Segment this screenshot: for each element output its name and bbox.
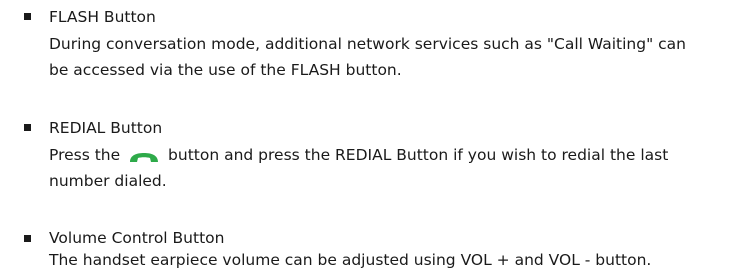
text-before-icon: Press the xyxy=(49,146,121,164)
item-text-line: During conversation mode, additional net… xyxy=(49,35,686,53)
text-after-icon: button and press the REDIAL Button if yo… xyxy=(168,146,669,164)
green-handset-talk-icon xyxy=(129,149,159,162)
item-title: FLASH Button xyxy=(49,8,156,26)
document-page: FLASH Button During conversation mode, a… xyxy=(0,0,739,270)
bullet-icon xyxy=(24,124,31,131)
item-text-line: Press the button and press the REDIAL Bu… xyxy=(49,145,668,165)
item-text-line: The handset earpiece volume can be adjus… xyxy=(49,251,652,269)
item-text-line: be accessed via the use of the FLASH but… xyxy=(49,61,402,79)
bullet-icon xyxy=(24,13,31,20)
item-text-line: number dialed. xyxy=(49,172,167,190)
bullet-icon xyxy=(24,235,31,242)
item-title: Volume Control Button xyxy=(49,229,225,247)
item-title: REDIAL Button xyxy=(49,119,163,137)
